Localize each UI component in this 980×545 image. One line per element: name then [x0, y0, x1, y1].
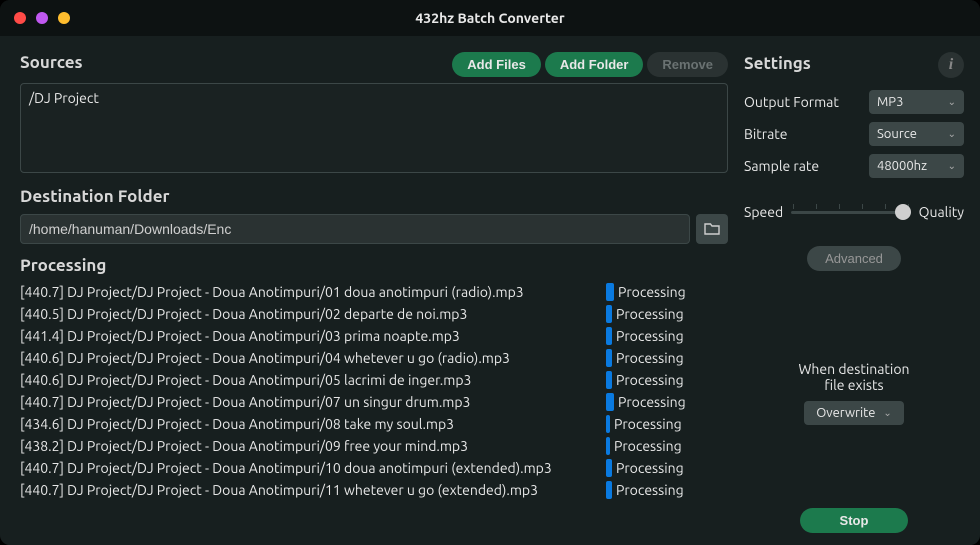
processing-file: [438.2] DJ Project/DJ Project - Doua Ano… — [20, 438, 606, 454]
app-window: 432hz Batch Converter Sources Add Files … — [0, 0, 980, 545]
window-title: 432hz Batch Converter — [0, 10, 980, 26]
progress-bar — [606, 437, 610, 455]
maximize-icon[interactable] — [58, 12, 70, 24]
destination-input[interactable] — [20, 214, 690, 244]
processing-file: [434.6] DJ Project/DJ Project - Doua Ano… — [20, 416, 606, 432]
quality-label: Quality — [919, 204, 964, 220]
processing-row: [440.6] DJ Project/DJ Project - Doua Ano… — [20, 369, 728, 391]
progress-cell: Processing — [606, 283, 728, 301]
processing-file: [440.7] DJ Project/DJ Project - Doua Ano… — [20, 284, 606, 300]
processing-file: [440.5] DJ Project/DJ Project - Doua Ano… — [20, 306, 606, 322]
progress-bar — [606, 327, 612, 345]
chevron-down-icon: ⌄ — [883, 407, 891, 419]
processing-heading: Processing — [20, 256, 728, 275]
processing-file: [440.7] DJ Project/DJ Project - Doua Ano… — [20, 482, 606, 498]
bitrate-dropdown[interactable]: Source ⌄ — [869, 122, 964, 146]
processing-row: [440.7] DJ Project/DJ Project - Doua Ano… — [20, 281, 728, 303]
processing-status: Processing — [616, 306, 684, 322]
titlebar: 432hz Batch Converter — [0, 0, 980, 36]
remove-button: Remove — [647, 52, 728, 77]
processing-status: Processing — [616, 350, 684, 366]
processing-file: [440.7] DJ Project/DJ Project - Doua Ano… — [20, 394, 606, 410]
add-files-button[interactable]: Add Files — [452, 52, 541, 77]
settings-pane: Settings i Output Format MP3 ⌄ Bitrate S… — [744, 52, 964, 537]
progress-bar — [606, 283, 614, 301]
progress-bar — [606, 459, 612, 477]
progress-bar — [606, 305, 612, 323]
progress-cell: Processing — [606, 459, 728, 477]
window-controls — [0, 12, 70, 24]
sources-heading: Sources — [20, 53, 83, 72]
processing-row: [440.5] DJ Project/DJ Project - Doua Ano… — [20, 303, 728, 325]
left-pane: Sources Add Files Add Folder Remove /DJ … — [20, 52, 728, 537]
sample-rate-dropdown[interactable]: 48000hz ⌄ — [869, 154, 964, 178]
processing-status: Processing — [616, 328, 684, 344]
processing-status: Processing — [616, 372, 684, 388]
speed-label: Speed — [744, 204, 783, 220]
processing-row: [440.7] DJ Project/DJ Project - Doua Ano… — [20, 479, 728, 501]
progress-cell: Processing — [606, 437, 728, 455]
progress-cell: Processing — [606, 305, 728, 323]
processing-file: [440.7] DJ Project/DJ Project - Doua Ano… — [20, 460, 606, 476]
stop-button[interactable]: Stop — [800, 508, 909, 533]
quality-slider[interactable] — [791, 211, 910, 214]
sources-list[interactable]: /DJ Project — [20, 83, 728, 173]
processing-status: Processing — [614, 416, 682, 432]
output-format-dropdown[interactable]: MP3 ⌄ — [869, 90, 964, 114]
processing-status: Processing — [618, 284, 686, 300]
progress-cell: Processing — [606, 415, 728, 433]
progress-bar — [606, 393, 614, 411]
add-folder-button[interactable]: Add Folder — [545, 52, 644, 77]
info-button[interactable]: i — [938, 52, 964, 78]
progress-cell: Processing — [606, 371, 728, 389]
content: Sources Add Files Add Folder Remove /DJ … — [0, 36, 980, 545]
destination-heading: Destination Folder — [20, 187, 728, 206]
progress-cell: Processing — [606, 327, 728, 345]
processing-status: Processing — [616, 482, 684, 498]
chevron-down-icon: ⌄ — [948, 96, 956, 108]
processing-row: [440.6] DJ Project/DJ Project - Doua Ano… — [20, 347, 728, 369]
chevron-down-icon: ⌄ — [948, 160, 956, 172]
processing-status: Processing — [616, 460, 684, 476]
processing-row: [438.2] DJ Project/DJ Project - Doua Ano… — [20, 435, 728, 457]
progress-bar — [606, 415, 610, 433]
output-format-label: Output Format — [744, 94, 839, 110]
bitrate-label: Bitrate — [744, 126, 787, 142]
close-icon[interactable] — [14, 12, 26, 24]
processing-status: Processing — [618, 394, 686, 410]
browse-button[interactable] — [696, 214, 728, 244]
progress-cell: Processing — [606, 349, 728, 367]
sample-rate-label: Sample rate — [744, 158, 819, 174]
slider-thumb[interactable] — [895, 204, 911, 220]
progress-bar — [606, 481, 612, 499]
progress-cell: Processing — [606, 393, 728, 411]
folder-icon — [704, 222, 720, 236]
processing-file: [440.6] DJ Project/DJ Project - Doua Ano… — [20, 372, 606, 388]
chevron-down-icon: ⌄ — [948, 128, 956, 140]
processing-file: [441.4] DJ Project/DJ Project - Doua Ano… — [20, 328, 606, 344]
progress-cell: Processing — [606, 481, 728, 499]
progress-bar — [606, 349, 612, 367]
settings-heading: Settings — [744, 54, 811, 73]
processing-row: [434.6] DJ Project/DJ Project - Doua Ano… — [20, 413, 728, 435]
processing-row: [440.7] DJ Project/DJ Project - Doua Ano… — [20, 391, 728, 413]
processing-list: [440.7] DJ Project/DJ Project - Doua Ano… — [20, 281, 728, 537]
overwrite-dropdown[interactable]: Overwrite ⌄ — [804, 401, 904, 425]
destination-exists-label: When destination file exists Overwrite ⌄ — [744, 361, 964, 425]
processing-row: [440.7] DJ Project/DJ Project - Doua Ano… — [20, 457, 728, 479]
processing-file: [440.6] DJ Project/DJ Project - Doua Ano… — [20, 350, 606, 366]
advanced-button[interactable]: Advanced — [807, 246, 901, 271]
progress-bar — [606, 371, 612, 389]
minimize-icon[interactable] — [36, 12, 48, 24]
processing-status: Processing — [614, 438, 682, 454]
source-item[interactable]: /DJ Project — [29, 90, 719, 106]
processing-row: [441.4] DJ Project/DJ Project - Doua Ano… — [20, 325, 728, 347]
